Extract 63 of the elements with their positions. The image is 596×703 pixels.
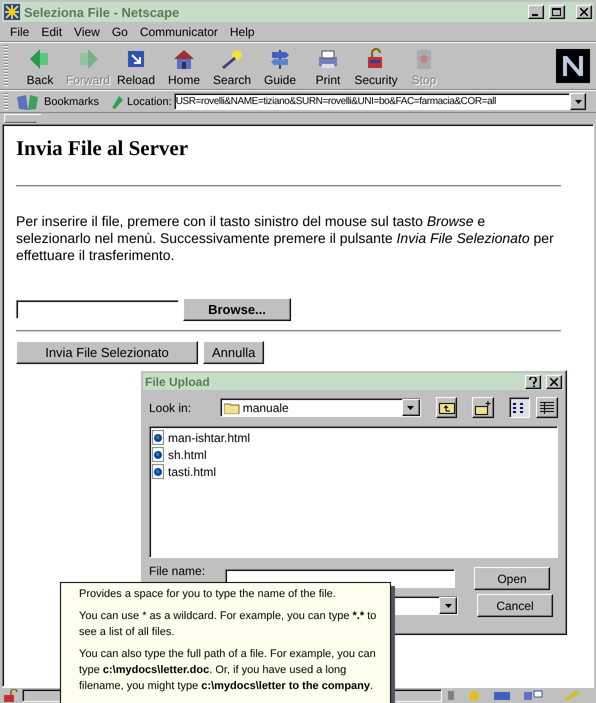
html-document-entry[interactable]: man-ishtar.html xyxy=(152,429,555,446)
new-folder-button[interactable] xyxy=(472,397,494,418)
dropdown-button[interactable] xyxy=(402,399,420,416)
folder-dropdown[interactable]: manuale xyxy=(220,398,421,417)
toolbar-button[interactable]: Reload xyxy=(112,45,160,87)
open-button[interactable]: Open xyxy=(474,567,550,590)
location-label: Location: xyxy=(127,96,172,108)
submit-button[interactable]: Invia File Selezionato xyxy=(16,341,198,364)
close-icon xyxy=(550,378,558,386)
folder-icon xyxy=(224,402,240,414)
bookmarks-button[interactable]: Bookmarks xyxy=(44,96,100,108)
menu-item[interactable]: View xyxy=(68,24,106,38)
up-folder-button[interactable] xyxy=(436,397,458,418)
instructions-text: Per inserire il file, premere con il tasto sinistro del mouse sul tasto Browse e selezionarlo nel menù. Successivamente premere il pulsante Invia File Selezionato per effettuare il trasferimento. xyxy=(16,213,555,264)
details-view-icon xyxy=(540,402,554,414)
dropdown-button[interactable] xyxy=(439,597,457,614)
menu-item[interactable]: File xyxy=(4,24,36,38)
web-page-icon xyxy=(152,447,164,462)
caret-icon xyxy=(574,100,582,104)
menu-item[interactable]: Communicator xyxy=(134,24,224,38)
web-page-icon xyxy=(152,430,164,445)
cancel-button[interactable]: Cancel xyxy=(477,594,553,617)
toolbar-button[interactable]: Back xyxy=(16,45,64,87)
help-button[interactable] xyxy=(525,374,541,388)
menu-item[interactable]: Go xyxy=(106,24,134,38)
look-in-label: Look in: xyxy=(149,400,192,414)
url-field[interactable]: USR=rovelli&NAME=tiziano&SURN=rovelli&UNI=bo&FAC=farmacia&COR=all xyxy=(174,93,570,110)
file-name-label: File name: xyxy=(149,564,206,578)
web-page-icon xyxy=(152,464,164,479)
toolbar-button[interactable]: Home xyxy=(160,45,208,87)
tooltip-text: You can use * as a wildcard. For example, you can type *.* to see a list of all files. xyxy=(79,609,378,640)
toolbar-button[interactable]: Security xyxy=(352,45,400,87)
maximize-icon xyxy=(552,8,562,16)
caret-icon xyxy=(444,604,452,608)
details-view-button[interactable] xyxy=(536,397,558,418)
page-heading: Invia File al Server xyxy=(16,136,188,161)
tooltip-text: You can also type the full path of a file. For example, you can type c:\mydocs\letter.doc. Or, if you have used a long filename, you might type c:\mydocs\letter to the company. xyxy=(79,647,377,694)
close-icon xyxy=(580,8,588,16)
toolbar-button[interactable]: Guide xyxy=(256,45,304,87)
close-button[interactable] xyxy=(546,374,562,388)
window-title: Seleziona File - Netscape xyxy=(24,4,180,20)
toolbar-button[interactable]: Search xyxy=(208,45,256,87)
list-view-button[interactable] xyxy=(508,397,530,418)
cancel-button[interactable]: Annulla xyxy=(203,341,264,364)
html-document-entry[interactable]: sh.html xyxy=(152,446,555,463)
tab-grip[interactable] xyxy=(4,114,42,122)
tooltip-text: Provides a space for you to type the name of the file. xyxy=(79,587,337,602)
help-icon xyxy=(529,376,537,386)
logo-icon xyxy=(556,49,590,83)
close-button[interactable] xyxy=(576,5,592,19)
dropdown-button[interactable] xyxy=(570,93,586,110)
app-icon xyxy=(4,4,20,20)
dialog-title: File Upload xyxy=(145,374,211,388)
maximize-button[interactable] xyxy=(549,5,565,19)
minimize-button[interactable] xyxy=(528,5,544,19)
toolbar-button[interactable]: Print xyxy=(304,45,352,87)
menu-item[interactable]: Edit xyxy=(35,24,68,38)
lock-icon xyxy=(2,689,20,702)
html-document-entry[interactable]: tasti.html xyxy=(152,463,555,480)
menu-item[interactable]: Help xyxy=(224,24,261,38)
caret-icon xyxy=(407,406,414,410)
location-icon xyxy=(109,94,126,110)
browse-button[interactable]: Browse... xyxy=(183,298,291,321)
